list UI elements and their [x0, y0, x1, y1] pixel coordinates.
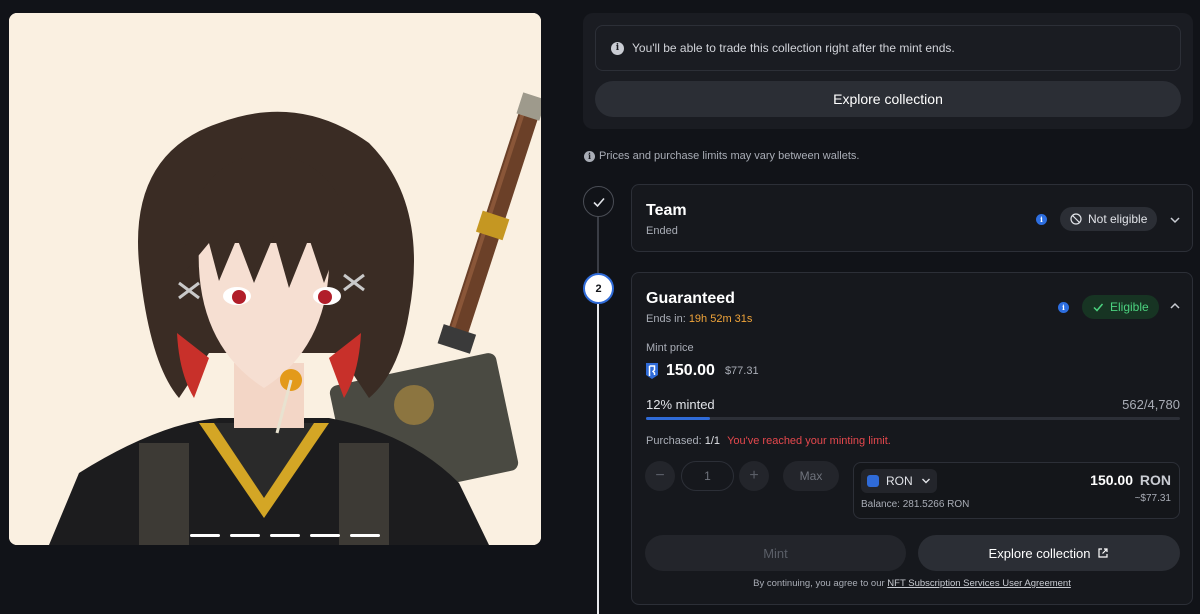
quantity-input[interactable]: 1: [681, 461, 734, 491]
phase-status: Ended: [646, 225, 678, 237]
explore-collection-button[interactable]: Explore collection: [918, 535, 1180, 571]
explore-collection-label: Explore collection: [988, 545, 1091, 561]
carousel-dot[interactable]: [270, 534, 300, 537]
block-icon: [1070, 213, 1082, 225]
wallet-balance: Balance: 281.5266 RON: [861, 499, 970, 510]
eligibility-badge-label: Eligible: [1110, 300, 1149, 314]
mint-price-usd: $77.31: [724, 365, 759, 377]
nft-artwork: [9, 13, 541, 545]
trade-notice: i You'll be able to trade this collectio…: [595, 25, 1181, 71]
agreement-notice: By continuing, you agree to our NFT Subs…: [632, 578, 1192, 589]
ronin-token-icon: [867, 475, 879, 487]
info-icon: i: [611, 41, 624, 55]
carousel-dot[interactable]: [350, 534, 380, 537]
mint-price-value: 150.00: [666, 362, 715, 379]
chevron-down-icon[interactable]: [1169, 214, 1181, 226]
phase-title: Guaranteed: [646, 290, 735, 307]
trade-notice-text: You'll be able to trade this collection …: [632, 41, 955, 55]
limit-warning: You've reached your minting limit.: [727, 435, 891, 447]
agreement-link[interactable]: NFT Subscription Services User Agreement: [887, 578, 1071, 589]
payment-amount: 150.00 RON: [1090, 472, 1171, 488]
mint-progress-fill: [646, 417, 711, 420]
countdown-value: 19h 52m 31s: [688, 313, 753, 325]
external-link-icon: [1098, 548, 1109, 558]
token-select[interactable]: RON: [861, 469, 937, 493]
prices-note-text: Prices and purchase limits may vary betw…: [599, 150, 860, 162]
payment-amount-value: 150.00: [1090, 472, 1133, 488]
timeline-connector-active: [597, 304, 599, 614]
mint-price: 150.00 $77.31: [645, 362, 759, 380]
mint-button[interactable]: Mint: [645, 535, 906, 571]
check-icon: [1093, 303, 1104, 312]
carousel-dot[interactable]: [230, 534, 260, 537]
minted-count: 562/4,780: [1122, 397, 1180, 412]
chevron-up-icon[interactable]: [1169, 300, 1181, 312]
token-select-value: RON: [886, 474, 913, 488]
payment-box: RON Balance: 281.5266 RON 150.00 RON ~$7…: [853, 462, 1180, 519]
info-icon: i: [584, 150, 595, 162]
phase-card-guaranteed: Guaranteed Ends in: 19h 52m 31s i Eligib…: [631, 272, 1193, 605]
purchased-label: Purchased:: [646, 435, 702, 447]
prices-note: i Prices and purchase limits may vary be…: [584, 150, 859, 162]
timeline-connector: [597, 217, 599, 273]
trade-notice-card: i You'll be able to trade this collectio…: [583, 13, 1193, 129]
mint-price-label: Mint price: [646, 342, 694, 354]
purchase-status: Purchased: 1/1 You've reached your minti…: [646, 435, 891, 447]
eligibility-badge: Eligible: [1082, 295, 1159, 319]
info-icon[interactable]: i: [1036, 214, 1047, 225]
agreement-text: By continuing, you agree to our: [753, 578, 885, 589]
increase-quantity-button[interactable]: +: [739, 461, 769, 491]
step-number-indicator: 2: [583, 273, 614, 304]
info-icon[interactable]: i: [1058, 302, 1069, 313]
decrease-quantity-button[interactable]: −: [645, 461, 675, 491]
phase-card-team[interactable]: Team Ended i Not eligible: [631, 184, 1193, 252]
carousel-indicators: [190, 534, 380, 537]
explore-collection-button[interactable]: Explore collection: [595, 81, 1181, 117]
ronin-logo-icon: [646, 363, 658, 379]
step-complete-indicator: [583, 186, 614, 217]
eligibility-badge-label: Not eligible: [1088, 212, 1148, 226]
mint-progress-bar: [646, 417, 1180, 420]
chevron-down-icon: [921, 478, 930, 484]
purchased-value: 1/1: [704, 435, 721, 447]
phase-countdown: Ends in: 19h 52m 31s: [646, 313, 752, 325]
check-icon: [592, 197, 605, 207]
payment-usd: ~$77.31: [1134, 493, 1171, 504]
phase-title: Team: [646, 202, 687, 219]
payment-currency: RON: [1139, 472, 1171, 488]
carousel-dot[interactable]: [190, 534, 220, 537]
artwork-illustration: [9, 13, 541, 545]
max-quantity-button[interactable]: Max: [783, 461, 839, 491]
eligibility-badge: Not eligible: [1060, 207, 1158, 231]
countdown-label: Ends in:: [646, 313, 686, 325]
carousel-dot[interactable]: [310, 534, 340, 537]
minted-percent: 12% minted: [646, 397, 715, 412]
